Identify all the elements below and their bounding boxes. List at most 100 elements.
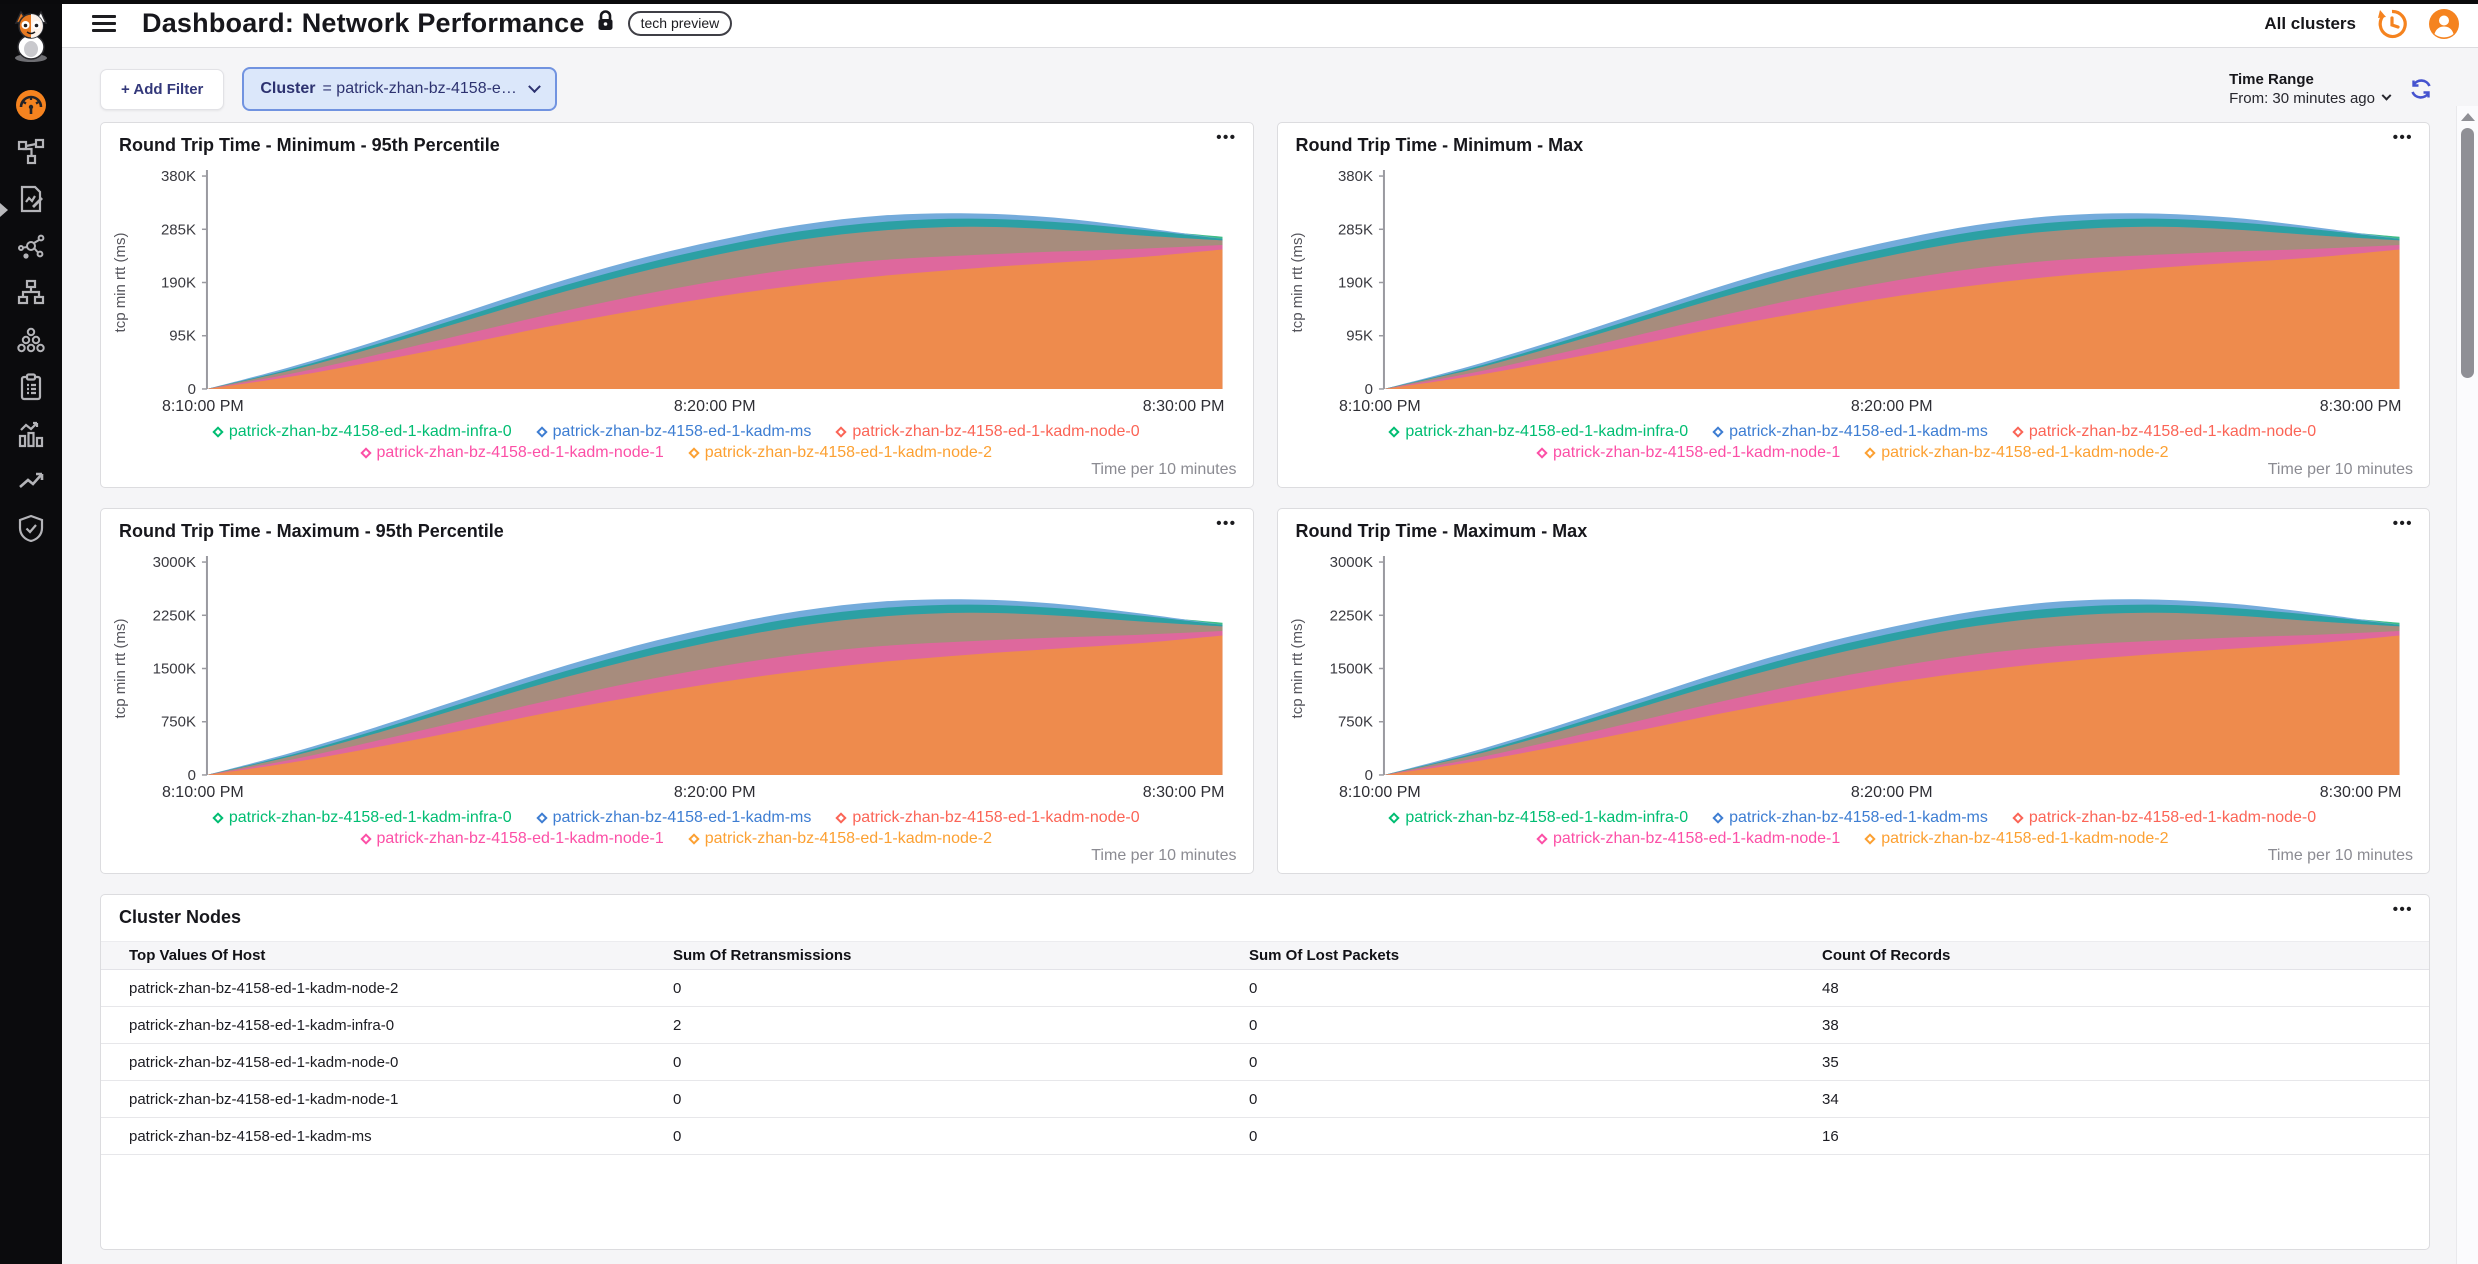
panel-options-button[interactable]: ••• (1216, 515, 1236, 532)
sidebar-item-security[interactable] (0, 504, 62, 551)
legend-item[interactable]: patrick-zhan-bz-4158-ed-1-kadm-ms (1714, 423, 1988, 441)
sidebar-item-trend[interactable] (0, 457, 62, 504)
table-header-row: Top Values Of HostSum Of Retransmissions… (101, 941, 2429, 970)
panel-options-button[interactable]: ••• (1216, 129, 1236, 146)
legend-item[interactable]: patrick-zhan-bz-4158-ed-1-kadm-node-2 (1866, 830, 2168, 848)
menu-toggle-button[interactable] (92, 15, 116, 32)
legend-item[interactable]: patrick-zhan-bz-4158-ed-1-kadm-infra-0 (214, 809, 512, 827)
sidebar-item-share-graph[interactable] (0, 222, 62, 269)
legend-item[interactable]: patrick-zhan-bz-4158-ed-1-kadm-node-0 (2014, 423, 2316, 441)
all-clusters-link[interactable]: All clusters (2264, 14, 2356, 34)
legend-label: patrick-zhan-bz-4158-ed-1-kadm-node-2 (705, 444, 992, 462)
area-chart[interactable]: 380K285K190K95K0tcp min rtt (ms)8:10:00 … (107, 161, 1241, 421)
legend-item[interactable]: patrick-zhan-bz-4158-ed-1-kadm-ms (1714, 809, 1988, 827)
legend-item[interactable]: patrick-zhan-bz-4158-ed-1-kadm-node-2 (690, 444, 992, 462)
table-row: patrick-zhan-bz-4158-ed-1-kadm-ms0016 (101, 1118, 2429, 1155)
svg-text:3000K: 3000K (153, 554, 196, 571)
svg-text:0: 0 (188, 381, 196, 398)
legend-marker-icon (536, 426, 547, 437)
table-column-header: Sum Of Retransmissions (673, 947, 1249, 964)
table-cell: 0 (1249, 1054, 1822, 1071)
area-chart[interactable]: 3000K2250K1500K750K0tcp min rtt (ms)8:10… (107, 547, 1241, 807)
svg-text:750K: 750K (1337, 714, 1372, 731)
table-column-header: Count Of Records (1822, 947, 2429, 964)
legend-item[interactable]: patrick-zhan-bz-4158-ed-1-kadm-node-0 (2014, 809, 2316, 827)
sidebar-item-sitemap[interactable] (0, 269, 62, 316)
top-header: Dashboard: Network Performance tech prev… (62, 0, 2478, 48)
share-graph-icon (17, 232, 45, 260)
sidebar-item-dashboard[interactable] (0, 81, 62, 128)
sidebar-wedge (0, 203, 8, 217)
sidebar-item-topology[interactable] (0, 128, 62, 175)
legend-label: patrick-zhan-bz-4158-ed-1-kadm-node-0 (2029, 423, 2316, 441)
area-chart[interactable]: 3000K2250K1500K750K0tcp min rtt (ms)8:10… (1284, 547, 2418, 807)
legend-item[interactable]: patrick-zhan-bz-4158-ed-1-kadm-ms (538, 423, 812, 441)
cluster-filter-chip[interactable]: Cluster = patrick-zhan-bz-4158-e… (242, 67, 556, 111)
svg-text:0: 0 (188, 767, 196, 784)
svg-text:380K: 380K (1337, 168, 1372, 185)
tech-preview-badge: tech preview (628, 11, 733, 36)
legend-marker-icon (360, 447, 371, 458)
history-icon[interactable] (2376, 8, 2408, 40)
cat-logo[interactable] (9, 10, 53, 67)
legend-item[interactable]: patrick-zhan-bz-4158-ed-1-kadm-node-1 (362, 444, 664, 462)
legend-label: patrick-zhan-bz-4158-ed-1-kadm-node-1 (1553, 444, 1840, 462)
svg-text:tcp min rtt (ms): tcp min rtt (ms) (112, 619, 129, 719)
time-range-from-dropdown[interactable]: From: 30 minutes ago (2229, 90, 2390, 107)
area-chart[interactable]: 380K285K190K95K0tcp min rtt (ms)8:10:00 … (1284, 161, 2418, 421)
topology-icon (17, 138, 45, 166)
legend-marker-icon (688, 833, 699, 844)
legend-item[interactable]: patrick-zhan-bz-4158-ed-1-kadm-node-1 (1538, 444, 1840, 462)
legend-label: patrick-zhan-bz-4158-ed-1-kadm-infra-0 (229, 423, 512, 441)
legend-item[interactable]: patrick-zhan-bz-4158-ed-1-kadm-infra-0 (214, 423, 512, 441)
table-column-header: Sum Of Lost Packets (1249, 947, 1822, 964)
legend-marker-icon (1865, 833, 1876, 844)
clipboard-icon (17, 373, 45, 401)
chart-legend: patrick-zhan-bz-4158-ed-1-kadm-infra-0 pa… (1278, 423, 2430, 462)
main-content: + Add Filter Cluster = patrick-zhan-bz-4… (62, 48, 2478, 1264)
legend-label: patrick-zhan-bz-4158-ed-1-kadm-infra-0 (229, 809, 512, 827)
legend-item[interactable]: patrick-zhan-bz-4158-ed-1-kadm-node-0 (837, 809, 1139, 827)
svg-text:8:20:00 PM: 8:20:00 PM (674, 784, 756, 801)
scrollbar-thumb[interactable] (2461, 128, 2474, 378)
table-row: patrick-zhan-bz-4158-ed-1-kadm-infra-020… (101, 1007, 2429, 1044)
legend-label: patrick-zhan-bz-4158-ed-1-kadm-infra-0 (1405, 809, 1688, 827)
panel-options-button[interactable]: ••• (2393, 129, 2413, 146)
scroll-up-arrow[interactable] (2461, 113, 2475, 121)
legend-marker-icon (1712, 426, 1723, 437)
legend-marker-icon (1536, 833, 1547, 844)
svg-text:190K: 190K (161, 275, 196, 292)
add-filter-button[interactable]: + Add Filter (100, 69, 224, 110)
chart-panel-min-95th: Round Trip Time - Minimum - 95th Percent… (100, 122, 1254, 488)
legend-item[interactable]: patrick-zhan-bz-4158-ed-1-kadm-node-1 (362, 830, 664, 848)
legend-label: patrick-zhan-bz-4158-ed-1-kadm-node-0 (2029, 809, 2316, 827)
time-per-note: Time per 10 minutes (2268, 847, 2413, 865)
legend-item[interactable]: patrick-zhan-bz-4158-ed-1-kadm-node-0 (837, 423, 1139, 441)
sidebar-item-cluster-group[interactable] (0, 316, 62, 363)
sidebar-item-report[interactable] (0, 175, 62, 222)
legend-item[interactable]: patrick-zhan-bz-4158-ed-1-kadm-node-2 (690, 830, 992, 848)
legend-label: patrick-zhan-bz-4158-ed-1-kadm-ms (553, 423, 812, 441)
refresh-icon[interactable] (2408, 76, 2434, 102)
legend-item[interactable]: patrick-zhan-bz-4158-ed-1-kadm-node-2 (1866, 444, 2168, 462)
sidebar-item-statistics[interactable] (0, 410, 62, 457)
legend-item[interactable]: patrick-zhan-bz-4158-ed-1-kadm-infra-0 (1390, 423, 1688, 441)
svg-text:190K: 190K (1337, 275, 1372, 292)
user-avatar[interactable] (2428, 8, 2460, 40)
panel-options-button[interactable]: ••• (2393, 515, 2413, 532)
panel-options-button[interactable]: ••• (2393, 901, 2413, 918)
svg-text:8:20:00 PM: 8:20:00 PM (674, 398, 756, 415)
sidebar-item-clipboard[interactable] (0, 363, 62, 410)
dashboard-gauge-icon (14, 88, 48, 122)
report-edit-icon (17, 185, 45, 213)
table-row: patrick-zhan-bz-4158-ed-1-kadm-node-2004… (101, 970, 2429, 1007)
legend-item[interactable]: patrick-zhan-bz-4158-ed-1-kadm-infra-0 (1390, 809, 1688, 827)
top-strip (0, 0, 2478, 4)
chart-panel-max-max: Round Trip Time - Maximum - Max ••• 3000… (1277, 508, 2431, 874)
panel-title: Round Trip Time - Minimum - 95th Percent… (119, 135, 500, 156)
legend-label: patrick-zhan-bz-4158-ed-1-kadm-node-1 (377, 830, 664, 848)
legend-item[interactable]: patrick-zhan-bz-4158-ed-1-kadm-ms (538, 809, 812, 827)
chart-panel-max-95th: Round Trip Time - Maximum - 95th Percent… (100, 508, 1254, 874)
table-cell: 0 (1249, 1017, 1822, 1034)
legend-item[interactable]: patrick-zhan-bz-4158-ed-1-kadm-node-1 (1538, 830, 1840, 848)
